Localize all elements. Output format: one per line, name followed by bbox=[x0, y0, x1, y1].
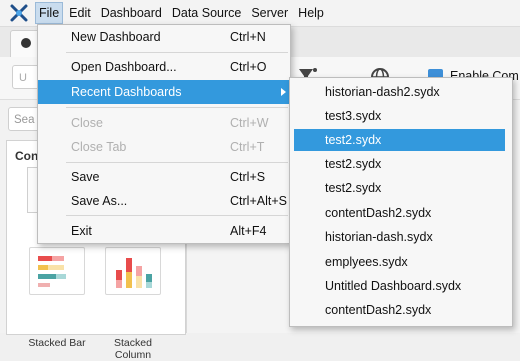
recent-item[interactable]: test2.sydx bbox=[294, 177, 505, 199]
menu-exit[interactable]: Exit Alt+F4 bbox=[38, 219, 290, 243]
recent-item-selected[interactable]: test2.sydx bbox=[294, 129, 505, 151]
components-title: Con bbox=[15, 149, 39, 163]
menu-file[interactable]: File bbox=[35, 2, 64, 24]
menu-item-shortcut: Ctrl+W bbox=[230, 116, 269, 130]
menu-help[interactable]: Help bbox=[294, 2, 328, 24]
menu-item-shortcut: Ctrl+Alt+S bbox=[230, 194, 287, 208]
recent-item-label: historian-dash2.sydx bbox=[325, 85, 440, 99]
menu-close-tab: Close Tab Ctrl+T bbox=[38, 135, 290, 159]
menu-separator bbox=[66, 215, 288, 216]
recent-item-label: test2.sydx bbox=[325, 157, 382, 171]
menu-item-shortcut: Ctrl+T bbox=[230, 140, 265, 154]
menu-close: Close Ctrl+W bbox=[38, 111, 290, 135]
stacked-bar-label: Stacked Bar bbox=[28, 337, 86, 349]
stacked-column-tile[interactable] bbox=[105, 247, 161, 295]
menu-recent-dashboards[interactable]: Recent Dashboards bbox=[38, 80, 290, 104]
stacked-bar-icon bbox=[38, 256, 66, 287]
menu-item-label: Close bbox=[71, 116, 103, 130]
recent-item[interactable]: test2.sydx bbox=[294, 153, 505, 175]
menu-dashboard[interactable]: Dashboard bbox=[97, 2, 166, 24]
menu-item-label: Save bbox=[71, 170, 100, 184]
stacked-bar-tile[interactable] bbox=[29, 247, 85, 295]
recent-item-label: historian-dash.sydx bbox=[325, 230, 433, 244]
recent-item-label: test2.sydx bbox=[325, 181, 382, 195]
recent-dashboards-submenu: historian-dash2.sydx test3.sydx test2.sy… bbox=[289, 77, 513, 327]
stacked-column-icon bbox=[116, 258, 152, 288]
menu-item-label: New Dashboard bbox=[71, 30, 161, 44]
menu-save-as[interactable]: Save As... Ctrl+Alt+S bbox=[38, 189, 290, 213]
stacked-column-label-2: Column bbox=[114, 349, 152, 361]
menu-new-dashboard[interactable]: New Dashboard Ctrl+N bbox=[38, 25, 290, 49]
recent-item-label: test2.sydx bbox=[325, 133, 382, 147]
recent-item[interactable]: contentDash2.sydx bbox=[294, 299, 505, 321]
menu-save[interactable]: Save Ctrl+S bbox=[38, 165, 290, 189]
recent-item[interactable]: emplyees.sydx bbox=[294, 251, 505, 273]
menu-item-label: Save As... bbox=[71, 194, 128, 208]
menu-item-label: Open Dashboard... bbox=[71, 60, 177, 74]
recent-item[interactable]: Untitled Dashboard.sydx bbox=[294, 275, 505, 297]
recent-item[interactable]: contentDash2.sydx bbox=[294, 202, 505, 224]
app-logo-icon[interactable] bbox=[9, 3, 29, 23]
menu-item-label: Exit bbox=[71, 224, 92, 238]
menu-item-shortcut: Ctrl+S bbox=[230, 170, 266, 184]
recent-item-label: test3.sydx bbox=[325, 109, 382, 123]
recent-item[interactable]: historian-dash2.sydx bbox=[294, 81, 505, 103]
menu-item-shortcut: Ctrl+O bbox=[230, 60, 267, 74]
pie-icon bbox=[21, 38, 31, 48]
submenu-arrow-icon bbox=[281, 88, 286, 96]
menu-server[interactable]: Server bbox=[247, 2, 292, 24]
recent-item-label: emplyees.sydx bbox=[325, 255, 408, 269]
recent-item[interactable]: test3.sydx bbox=[294, 105, 505, 127]
menu-item-shortcut: Alt+F4 bbox=[230, 224, 267, 238]
recent-item-label: Untitled Dashboard.sydx bbox=[325, 279, 462, 293]
menu-separator bbox=[66, 52, 288, 53]
menu-data-source[interactable]: Data Source bbox=[168, 2, 245, 24]
recent-item[interactable]: historian-dash.sydx bbox=[294, 226, 505, 248]
menu-edit[interactable]: Edit bbox=[65, 2, 95, 24]
menu-item-label: Close Tab bbox=[71, 140, 127, 154]
stacked-column-label-1: Stacked bbox=[114, 337, 152, 349]
menu-bar: File Edit Dashboard Data Source Server H… bbox=[0, 0, 520, 27]
menu-open-dashboard[interactable]: Open Dashboard... Ctrl+O bbox=[38, 55, 290, 79]
menu-item-label: Recent Dashboards bbox=[71, 85, 182, 99]
recent-item-label: contentDash2.sydx bbox=[325, 206, 432, 220]
menu-separator bbox=[66, 107, 288, 108]
file-menu-dropdown: New Dashboard Ctrl+N Open Dashboard... C… bbox=[37, 24, 291, 244]
recent-item-label: contentDash2.sydx bbox=[325, 303, 432, 317]
menu-item-shortcut: Ctrl+N bbox=[230, 30, 266, 44]
menu-separator bbox=[66, 162, 288, 163]
